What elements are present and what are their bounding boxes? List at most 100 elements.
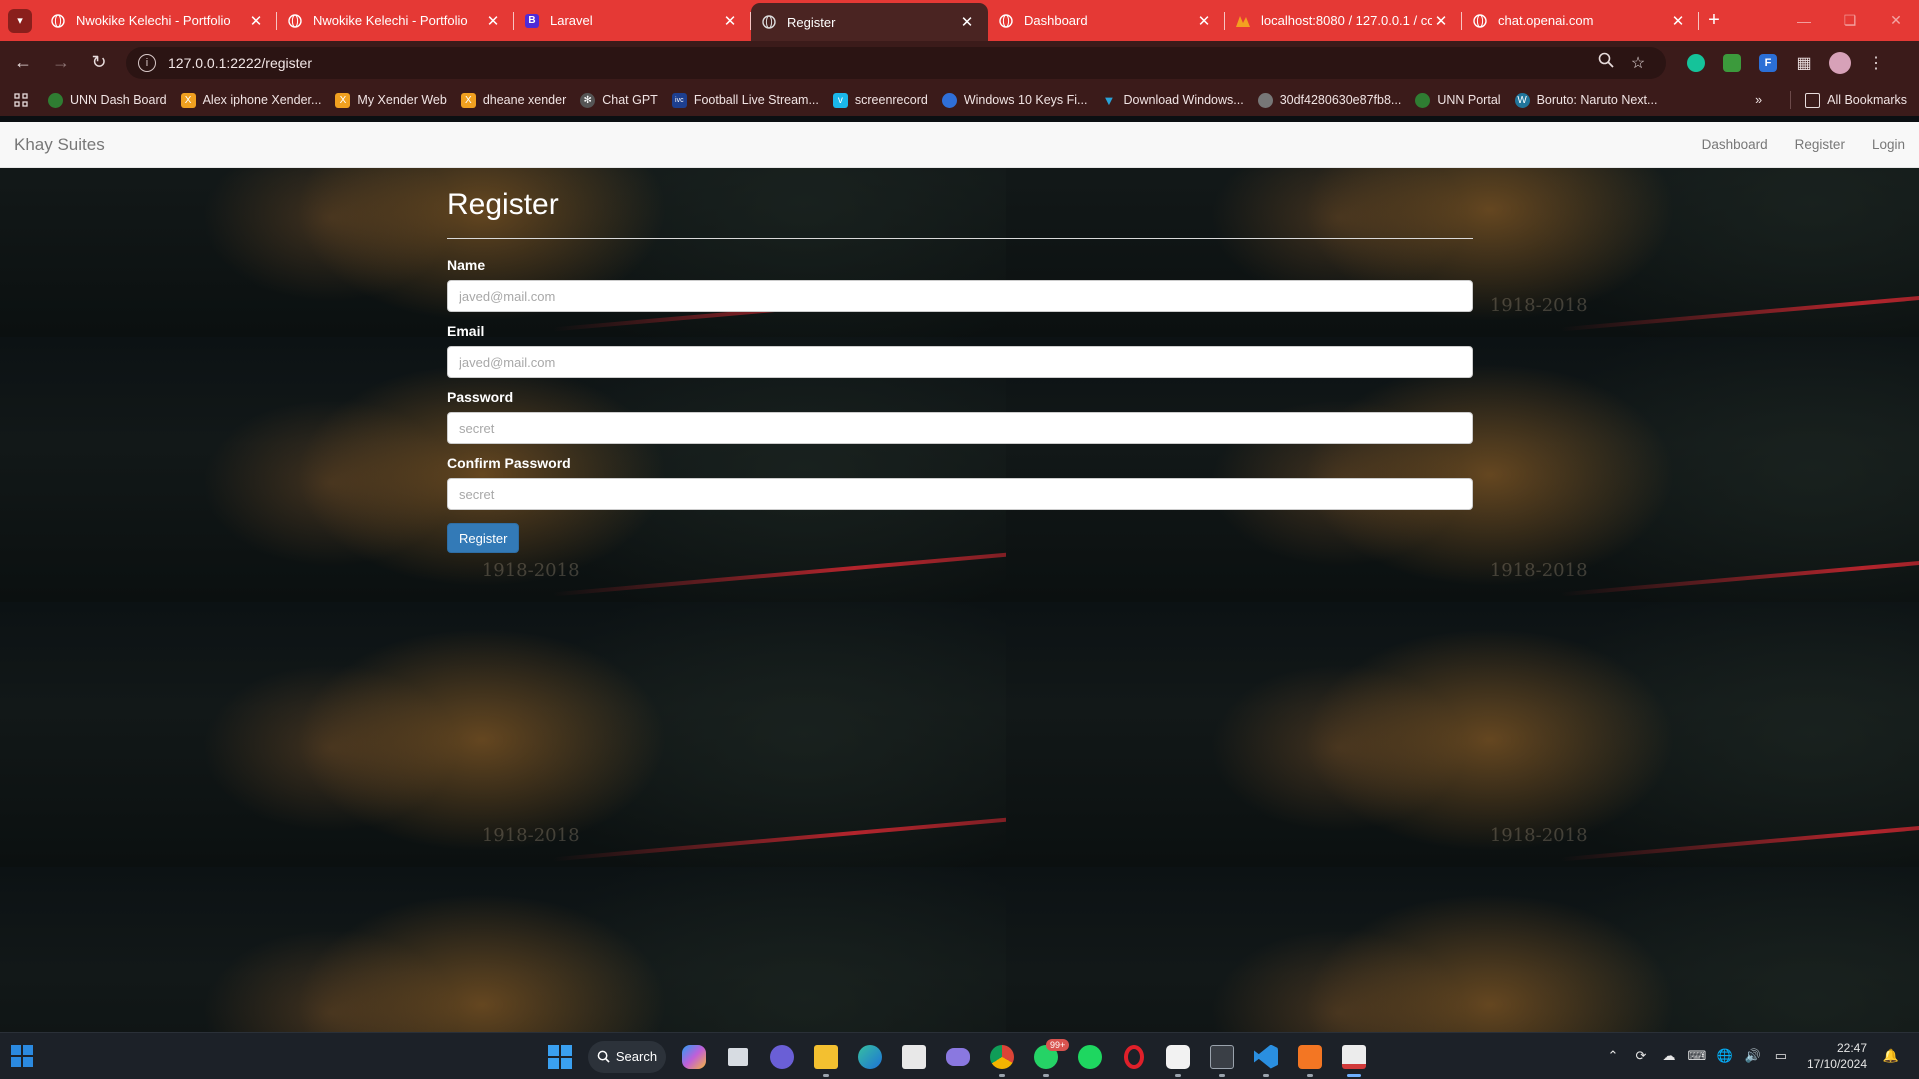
bookmark-item[interactable]: 30df4280630e87fb8... [1257, 92, 1401, 108]
browser-tab-active[interactable]: Register ✕ [751, 3, 988, 41]
browser-tab[interactable]: Nwokike Kelechi - Portfolio ✕ [40, 0, 277, 41]
password-input[interactable] [447, 412, 1473, 444]
site-brand[interactable]: Khay Suites [14, 135, 105, 155]
chevron-down-icon[interactable]: ▾ [8, 8, 32, 33]
extension-f-icon[interactable]: F [1750, 53, 1786, 72]
close-icon[interactable]: ✕ [1195, 12, 1213, 30]
cloud-icon[interactable]: ☁ [1655, 1048, 1683, 1064]
back-arrow-icon[interactable]: ← [4, 52, 42, 73]
teams-meet-icon[interactable] [760, 1033, 804, 1079]
email-label: Email [447, 323, 485, 339]
battery-icon[interactable]: ▭ [1767, 1048, 1795, 1064]
name-input[interactable] [447, 280, 1473, 312]
taskbar-search[interactable]: Search [588, 1040, 666, 1073]
all-bookmarks-button[interactable]: All Bookmarks [1805, 92, 1907, 108]
vimeo-icon: v [832, 92, 848, 108]
copilot-icon[interactable] [672, 1033, 716, 1079]
forward-arrow-icon[interactable]: → [42, 52, 80, 73]
page-title: Register [447, 188, 559, 221]
bookmark-item[interactable]: W Boruto: Naruto Next... [1514, 92, 1657, 108]
file-explorer-icon[interactable] [804, 1033, 848, 1079]
bookmark-item[interactable]: X Alex iphone Xender... [180, 92, 321, 108]
password-label: Password [447, 389, 514, 405]
minimize-icon[interactable]: — [1781, 13, 1827, 29]
tab-title: Laravel [550, 13, 593, 28]
edge-icon[interactable] [848, 1033, 892, 1079]
confirm-password-input[interactable] [447, 478, 1473, 510]
close-icon[interactable]: ✕ [721, 12, 739, 30]
bookmark-item[interactable]: X My Xender Web [335, 92, 447, 108]
task-view-icon[interactable] [716, 1033, 760, 1079]
address-bar[interactable]: i 127.0.0.1:2222/register ☆ [126, 46, 1666, 79]
browser-tab[interactable]: localhost:8080 / 127.0.0.1 / coll ✕ [1225, 0, 1462, 41]
network-globe-icon[interactable]: 🌐 [1711, 1048, 1739, 1064]
speaker-icon[interactable]: 🔊 [1739, 1048, 1767, 1064]
clock-time: 22:47 [1836, 1041, 1867, 1055]
start-button[interactable] [538, 1033, 582, 1079]
grammarly-icon[interactable] [1678, 53, 1714, 72]
browser-tab[interactable]: Nwokike Kelechi - Portfolio ✕ [277, 0, 514, 41]
xender-icon: X [335, 92, 351, 108]
register-form: Register Name Email Password Confirm Pas… [447, 188, 1473, 553]
bookmark-item[interactable]: UNN Dash Board [48, 92, 167, 108]
sync-icon[interactable]: ⟳ [1627, 1048, 1655, 1064]
snipping-tool-icon[interactable] [1332, 1033, 1376, 1079]
close-icon[interactable]: ✕ [484, 12, 502, 30]
xender-icon: X [180, 92, 196, 108]
globe-icon [50, 13, 66, 29]
extension-green-icon[interactable] [1714, 53, 1750, 72]
more-bookmarks-chevron-icon[interactable]: » [1755, 93, 1762, 107]
close-icon[interactable]: ✕ [958, 13, 976, 31]
nav-link-register[interactable]: Register [1795, 137, 1845, 152]
bookmark-item[interactable]: v screenrecord [832, 92, 928, 108]
bookmark-item[interactable]: Windows 10 Keys Fi... [941, 92, 1087, 108]
close-icon[interactable]: ✕ [247, 12, 265, 30]
bookmark-item[interactable]: ivc Football Live Stream... [671, 92, 819, 108]
menu-kebab-icon[interactable]: ⋮ [1858, 53, 1894, 73]
spotify-icon[interactable] [1068, 1033, 1112, 1079]
nav-link-dashboard[interactable]: Dashboard [1702, 137, 1768, 152]
terminal-icon[interactable] [1200, 1033, 1244, 1079]
clock[interactable]: 22:47 17/10/2024 [1807, 1040, 1867, 1072]
bookmark-item[interactable]: UNN Portal [1415, 92, 1501, 108]
zoom-icon[interactable] [1590, 52, 1622, 73]
vscode-icon[interactable] [1244, 1033, 1288, 1079]
close-icon[interactable]: ✕ [1669, 12, 1687, 30]
url-text[interactable]: 127.0.0.1:2222/register [168, 55, 1590, 71]
close-icon[interactable]: ✕ [1432, 12, 1450, 30]
browser-tab[interactable]: chat.openai.com ✕ [1462, 0, 1699, 41]
site-info-icon[interactable]: i [138, 53, 156, 72]
bookmark-item[interactable]: ✻ Chat GPT [580, 92, 658, 108]
notification-bell-icon[interactable]: 🔔 [1877, 1048, 1905, 1064]
xbox-game-icon[interactable] [936, 1033, 980, 1079]
browser-tab[interactable]: B Laravel ✕ [514, 0, 751, 41]
reload-icon[interactable]: ↻ [80, 52, 118, 73]
profile-avatar[interactable] [1822, 51, 1858, 74]
bookmark-item[interactable]: ▼ Download Windows... [1101, 93, 1244, 108]
new-tab-button[interactable]: + [1699, 0, 1729, 41]
bookmark-item[interactable]: Xdheane xender [460, 92, 566, 108]
bootstrap-icon: B [524, 13, 540, 29]
close-window-icon[interactable]: ✕ [1873, 12, 1919, 29]
chrome-icon[interactable] [980, 1033, 1024, 1079]
nav-link-login[interactable]: Login [1872, 137, 1905, 152]
email-input[interactable] [447, 346, 1473, 378]
restore-icon[interactable]: ❏ [1827, 12, 1873, 29]
tab-search-menu[interactable]: ▾ [0, 0, 40, 41]
draw-app-icon[interactable] [1156, 1033, 1200, 1079]
widgets-icon[interactable] [0, 1045, 44, 1067]
browser-tab[interactable]: Dashboard ✕ [988, 0, 1225, 41]
clock-date: 17/10/2024 [1806, 1057, 1867, 1071]
opera-icon[interactable] [1112, 1033, 1156, 1079]
whatsapp-icon[interactable]: 99+ [1024, 1033, 1070, 1079]
background-tile: 1918-2018 [1006, 602, 1919, 867]
title-divider [447, 238, 1473, 239]
microsoft-store-icon[interactable] [892, 1033, 936, 1079]
register-button[interactable]: Register [447, 523, 520, 553]
show-hidden-icons-chevron[interactable]: ⌃ [1599, 1048, 1627, 1064]
apps-grid-icon[interactable] [14, 93, 28, 107]
extensions-puzzle-icon[interactable]: ▦ [1786, 53, 1822, 73]
bookmark-star-icon[interactable]: ☆ [1622, 53, 1654, 73]
keyboard-icon[interactable]: ⌨ [1683, 1048, 1711, 1064]
xampp-icon[interactable] [1288, 1033, 1332, 1079]
